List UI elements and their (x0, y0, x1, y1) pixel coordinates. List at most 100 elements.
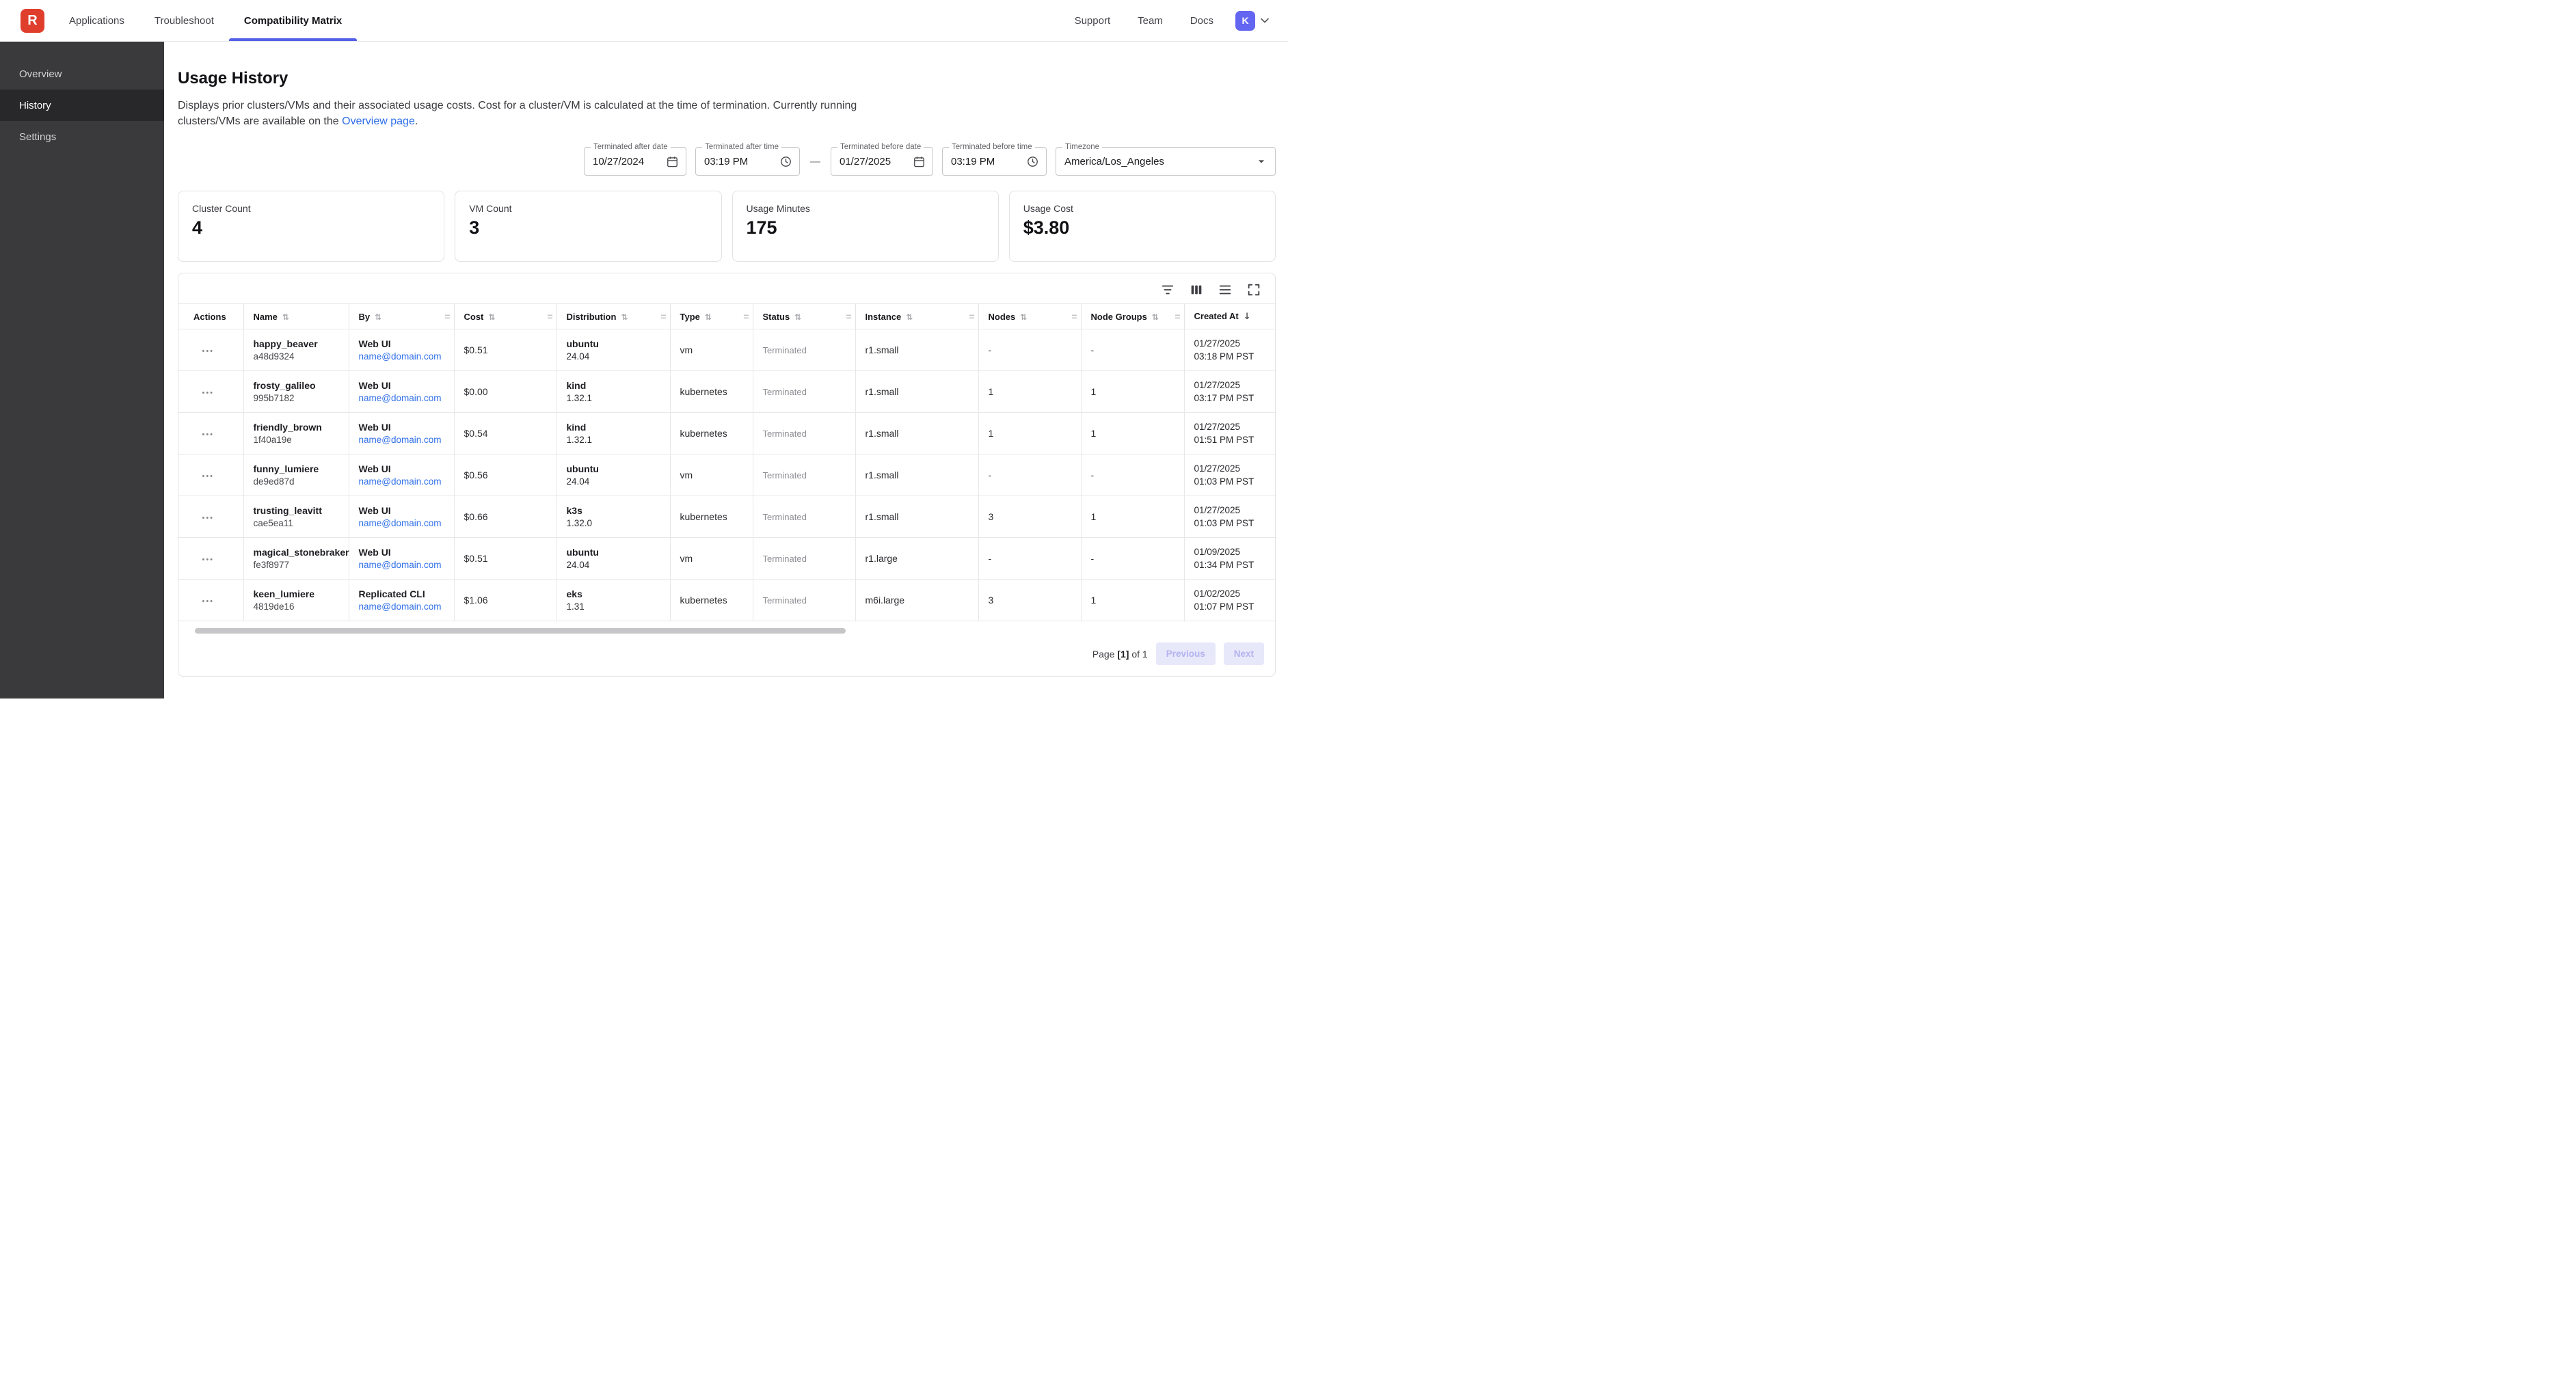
status-cell: Terminated (753, 455, 855, 496)
topbar-link-support[interactable]: Support (1061, 15, 1125, 27)
row-actions-button[interactable]: ••• (202, 389, 214, 397)
column-header-distribution[interactable]: Distribution⇅= (556, 304, 670, 329)
cluster-id: 4819de16 (254, 601, 343, 612)
row-actions-button[interactable]: ••• (202, 597, 214, 606)
column-header-type[interactable]: Type⇅= (670, 304, 753, 329)
sort-icon[interactable]: ⇅ (794, 312, 801, 322)
column-header-name[interactable]: Name⇅ (243, 304, 349, 329)
created-at-cell: 01/27/202501:51 PM PST (1184, 413, 1276, 455)
clock-icon[interactable] (779, 155, 792, 168)
created-at-cell: 01/27/202503:18 PM PST (1184, 329, 1276, 371)
sort-icon[interactable]: ⇅ (1020, 312, 1027, 322)
column-resize-handle[interactable]: = (444, 311, 450, 322)
sidebar-item-history[interactable]: History (0, 90, 164, 121)
density-icon[interactable] (1218, 282, 1233, 297)
sort-icon[interactable]: ⇅ (906, 312, 913, 322)
sort-icon[interactable]: ⇅ (1152, 312, 1159, 322)
calendar-icon[interactable] (913, 155, 926, 168)
row-actions-button[interactable]: ••• (202, 431, 214, 439)
column-resize-handle[interactable]: = (660, 311, 666, 322)
email-link[interactable]: name@domain.com (359, 476, 448, 487)
column-resize-handle[interactable]: = (743, 311, 749, 322)
fullscreen-icon[interactable] (1246, 282, 1261, 297)
email-link[interactable]: name@domain.com (359, 601, 448, 612)
clock-icon[interactable] (1026, 155, 1039, 168)
column-header-actions[interactable]: Actions (178, 304, 243, 329)
distribution-version: 24.04 (567, 560, 665, 570)
stat-cards: Cluster Count4VM Count3Usage Minutes175U… (178, 191, 1276, 262)
sort-icon[interactable]: ⇅ (705, 312, 712, 322)
column-header-status[interactable]: Status⇅= (753, 304, 855, 329)
page-description: Displays prior clusters/VMs and their as… (178, 98, 1276, 129)
row-actions-button[interactable]: ••• (202, 472, 214, 480)
nav-applications[interactable]: Applications (54, 0, 139, 41)
terminated-before-time-field[interactable]: Terminated before time 03:19 PM (942, 147, 1047, 176)
created-time: 01:03 PM PST (1194, 517, 1272, 530)
page-prefix: Page (1092, 649, 1118, 660)
column-resize-handle[interactable]: = (1071, 311, 1077, 322)
name-cell: keen_lumiere4819de16 (243, 580, 349, 621)
column-header-by[interactable]: By ⇅ = (349, 304, 454, 329)
email-link[interactable]: name@domain.com (359, 518, 448, 528)
terminated-before-date-field[interactable]: Terminated before date 01/27/2025 (831, 147, 933, 176)
description-period: . (415, 116, 418, 127)
nav-troubleshoot[interactable]: Troubleshoot (139, 0, 229, 41)
cluster-id: cae5ea11 (254, 518, 343, 528)
status-badge: Terminated (763, 387, 807, 397)
user-menu[interactable]: K (1235, 11, 1272, 31)
distribution-name: ubuntu (567, 338, 665, 349)
previous-page-button[interactable]: Previous (1156, 642, 1216, 665)
filter-icon[interactable] (1160, 282, 1175, 297)
actions-cell: ••• (178, 329, 243, 371)
column-resize-handle[interactable]: = (969, 311, 974, 322)
row-actions-button[interactable]: ••• (202, 514, 214, 522)
terminated-after-date-field[interactable]: Terminated after date 10/27/2024 (584, 147, 686, 176)
nodes-cell: 3 (978, 496, 1081, 538)
created-by: Web UI (359, 547, 448, 558)
column-header-node-groups[interactable]: Node Groups⇅= (1081, 304, 1184, 329)
sort-icon[interactable]: ⇅ (282, 312, 289, 322)
sidebar: OverviewHistorySettings (0, 42, 164, 698)
column-resize-handle[interactable]: = (846, 311, 851, 322)
topbar-link-docs[interactable]: Docs (1177, 15, 1227, 27)
sort-icon[interactable]: ⇅ (375, 312, 381, 322)
next-page-button[interactable]: Next (1224, 642, 1264, 665)
column-header-instance[interactable]: Instance⇅= (855, 304, 978, 329)
column-header-cost[interactable]: Cost⇅= (454, 304, 556, 329)
sort-desc-icon[interactable]: ↓ (1244, 312, 1251, 322)
column-header-created-at[interactable]: Created At↓ (1184, 304, 1276, 329)
overview-page-link[interactable]: Overview page (342, 116, 415, 127)
brand-logo[interactable]: R (21, 9, 44, 33)
row-actions-button[interactable]: ••• (202, 347, 214, 355)
row-actions-button[interactable]: ••• (202, 556, 214, 564)
terminated-after-time-field[interactable]: Terminated after time 03:19 PM (695, 147, 800, 176)
email-link[interactable]: name@domain.com (359, 560, 448, 570)
sort-icon[interactable]: ⇅ (488, 312, 495, 322)
column-resize-handle[interactable]: = (547, 311, 552, 322)
calendar-icon[interactable] (666, 155, 679, 168)
column-resize-handle[interactable]: = (1175, 311, 1180, 322)
sidebar-item-overview[interactable]: Overview (0, 58, 164, 90)
cluster-name: friendly_brown (254, 422, 343, 433)
column-header-nodes[interactable]: Nodes⇅= (978, 304, 1081, 329)
created-time: 01:03 PM PST (1194, 475, 1272, 488)
timezone-select[interactable]: Timezone America/Los_Angeles (1056, 147, 1276, 176)
email-link[interactable]: name@domain.com (359, 393, 448, 403)
by-cell: Web UIname@domain.com (349, 329, 454, 371)
created-at-cell: 01/02/202501:07 PM PST (1184, 580, 1276, 621)
page-indicator: Page [1] of 1 (1092, 649, 1148, 660)
distribution-version: 1.31 (567, 601, 665, 612)
horizontal-scrollbar-thumb[interactable] (195, 628, 846, 634)
email-link[interactable]: name@domain.com (359, 351, 448, 362)
stat-card-usage-cost: Usage Cost$3.80 (1009, 191, 1276, 262)
email-link[interactable]: name@domain.com (359, 435, 448, 445)
nodes-cell: 1 (978, 413, 1081, 455)
nav-compatibility-matrix[interactable]: Compatibility Matrix (229, 0, 357, 41)
column-label: By (359, 312, 371, 322)
table-row: •••trusting_leavittcae5ea11Web UIname@do… (178, 496, 1276, 538)
sort-icon[interactable]: ⇅ (621, 312, 628, 322)
columns-icon[interactable] (1189, 282, 1204, 297)
stat-value: $3.80 (1023, 217, 1261, 239)
sidebar-item-settings[interactable]: Settings (0, 121, 164, 152)
topbar-link-team[interactable]: Team (1124, 15, 1177, 27)
